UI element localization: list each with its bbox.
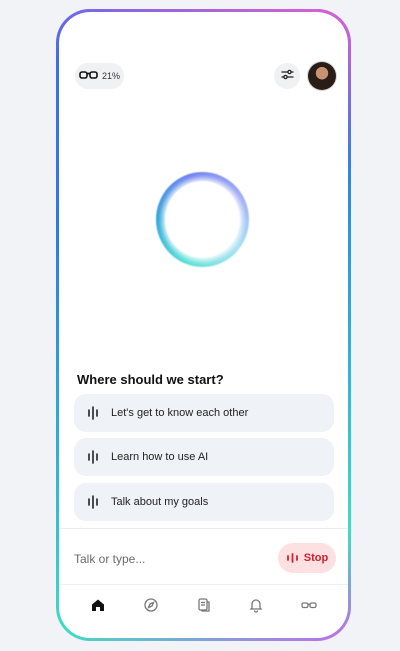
- sliders-icon: [280, 67, 294, 85]
- tab-notifications[interactable]: [246, 595, 266, 615]
- device-frame: 21% Where should we start? Let's get to …: [56, 9, 351, 641]
- stop-button[interactable]: Stop: [278, 543, 336, 573]
- bell-icon: [249, 599, 263, 613]
- composer: Talk or type... Stop: [59, 528, 348, 585]
- suggestion-label: Let's get to know each other: [111, 407, 249, 419]
- avatar[interactable]: [308, 62, 336, 90]
- settings-button[interactable]: [274, 63, 300, 89]
- glasses-icon: [79, 70, 98, 82]
- home-icon: [92, 599, 104, 611]
- suggestion-label: Talk about my goals: [111, 496, 209, 508]
- voice-wave-icon: [88, 406, 98, 420]
- bottom-tab-bar: [59, 584, 348, 625]
- compass-icon: [144, 598, 158, 612]
- glasses-icon: [301, 602, 317, 609]
- suggestion-chip[interactable]: Learn how to use AI: [74, 438, 334, 476]
- notes-icon: [198, 598, 210, 612]
- suggestion-label: Learn how to use AI: [111, 451, 209, 463]
- voice-wave-icon: [286, 553, 298, 563]
- tab-explore[interactable]: [141, 595, 161, 615]
- suggestion-chip[interactable]: Talk about my goals: [74, 483, 334, 521]
- stop-label: Stop: [303, 552, 329, 564]
- suggestion-chip[interactable]: Let's get to know each other: [74, 394, 334, 432]
- tab-home[interactable]: [88, 595, 108, 615]
- message-input[interactable]: Talk or type...: [74, 552, 145, 566]
- voice-wave-icon: [88, 495, 98, 509]
- app-screen: 21% Where should we start? Let's get to …: [59, 12, 348, 638]
- prompt-heading: Where should we start?: [77, 372, 224, 387]
- ai-orb[interactable]: [156, 172, 249, 267]
- battery-percentage: 21%: [101, 71, 120, 81]
- tab-notes[interactable]: [194, 595, 214, 615]
- tab-glasses[interactable]: [299, 595, 319, 615]
- glasses-battery-indicator[interactable]: 21%: [75, 63, 124, 89]
- voice-wave-icon: [88, 450, 98, 464]
